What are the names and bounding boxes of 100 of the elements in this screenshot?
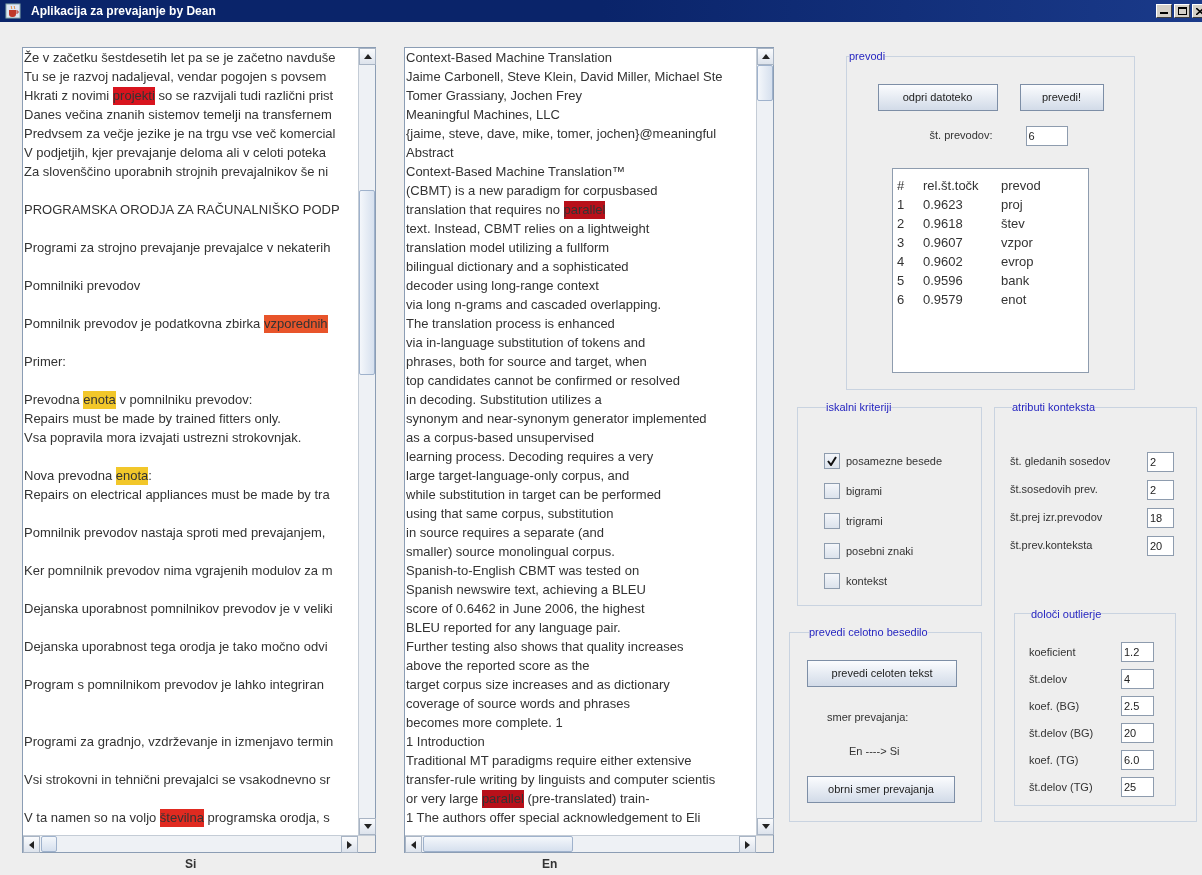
input-field[interactable]: 20 (1147, 535, 1174, 556)
maximize-icon (1177, 7, 1187, 15)
scroll-left-button[interactable] (405, 836, 422, 853)
input-field[interactable]: 2 (1147, 451, 1174, 472)
input-field[interactable]: 4 (1121, 669, 1154, 689)
table-cell-text: 1 (897, 195, 906, 214)
text-line: top candidates cannot be confirmed or resolved (406, 372, 681, 390)
checkbox[interactable] (824, 453, 840, 469)
scrollbar-thumb[interactable] (359, 190, 375, 375)
input-field[interactable]: 6.0 (1121, 750, 1154, 770)
text-line: Pomnilnik prevodov je podatkovna zbirka vzporednih (24, 314, 329, 333)
table-cell-text: proj (1001, 195, 1024, 214)
text-line: Vsi strokovni in tehnični prevajalci se vsakodnevno sr (24, 771, 332, 789)
input-field[interactable]: 2 (1147, 479, 1174, 500)
scrollbar-thumb[interactable] (423, 836, 573, 852)
triangle-arrow-icon (363, 54, 372, 59)
table-cell-text: 5 (897, 271, 906, 290)
minimize-button[interactable] (1156, 4, 1172, 18)
text-line: Abstract (406, 144, 455, 162)
table-cell-text: 4 (897, 252, 906, 271)
text-line: large target-language-only corpus, and (406, 467, 631, 485)
vertical-scrollbar[interactable] (358, 48, 375, 835)
field-label: št.prej izr.prevodov (1010, 510, 1104, 526)
input-field[interactable]: 1.2 (1121, 642, 1154, 662)
input-field[interactable]: 6 (1025, 125, 1068, 146)
pane-label: En (541, 856, 559, 873)
scrollbar-thumb[interactable] (757, 65, 773, 101)
scroll-left-button[interactable] (23, 836, 40, 853)
text-line: Context-Based Machine Translation™ (406, 163, 626, 181)
scroll-right-button[interactable] (739, 836, 756, 853)
text-line: via long n-grams and cascaded overlapping. (406, 296, 663, 314)
minimize-icon (1160, 12, 1168, 15)
text-line: V podjetjih, kjer prevajanje deloma ali v celoti poteka (24, 144, 328, 162)
text-line: Dejanska uporabnost tega orodja je tako močno odvi (24, 638, 329, 656)
text-line: Dejanska uporabnost pomnilnikov prevodov je v veliki (24, 600, 334, 618)
field-label: št.delov (BG) (1029, 725, 1095, 741)
scrollbar-thumb[interactable] (41, 836, 57, 852)
text-line: or very large parallel (pre-translated) train- (406, 789, 651, 808)
triangle-arrow-icon (761, 824, 770, 829)
table-cell-text: evrop (1001, 252, 1035, 271)
table-cell-text: rel.št.točk (923, 176, 980, 195)
triangle-arrow-icon (411, 840, 416, 849)
text-line: V ta namen so na voljo številna programska orodja, s (24, 808, 331, 827)
field-label: št.delov (TG) (1029, 779, 1094, 795)
text-line: Spanish newswire text, achieving a BLEU (406, 581, 647, 599)
table-cell-text: enot (1001, 290, 1028, 309)
checkbox-label: trigrami (846, 513, 883, 529)
reverse-direction-button[interactable]: obrni smer prevajanja (807, 775, 955, 803)
text-area[interactable] (22, 47, 376, 853)
text-line: Ker pomnilnik prevodov nima vgrajenih modulov za m (24, 562, 334, 580)
text-line: transfer-rule writing by linguists and computer scientis (406, 771, 717, 789)
scroll-up-button[interactable] (359, 48, 376, 65)
input-field[interactable]: 25 (1121, 777, 1154, 797)
horizontal-scrollbar[interactable] (23, 836, 358, 852)
checkbox[interactable] (824, 483, 840, 499)
input-field[interactable]: 2.5 (1121, 696, 1154, 716)
text-line: becomes more complete. 1 (406, 714, 564, 732)
text-area[interactable] (404, 47, 774, 853)
text-line: PROGRAMSKA ORODJA ZA RAČUNALNIŠKO PODP (24, 201, 341, 219)
maximize-button[interactable] (1174, 4, 1190, 18)
triangle-arrow-icon (29, 840, 34, 849)
translate-all-button[interactable]: prevedi celoten tekst (807, 659, 957, 687)
text-line: Tomer Grassiany, Jochen Frey (406, 87, 584, 105)
open-file-button[interactable]: odpri datoteko (877, 83, 998, 111)
scrollbar-corner (756, 836, 773, 852)
text-line: bilingual dictionary and a sophisticated (406, 258, 630, 276)
translate-button[interactable]: prevedi! (1019, 83, 1104, 111)
field-label: koef. (TG) (1029, 752, 1080, 768)
pane-label: Si (184, 856, 198, 873)
input-field[interactable]: 18 (1147, 507, 1174, 528)
scroll-up-button[interactable] (757, 48, 774, 65)
text-line: Jaime Carbonell, Steve Klein, David Miller, Michael Ste (406, 68, 724, 86)
vertical-scrollbar[interactable] (756, 48, 773, 835)
scroll-down-button[interactable] (359, 818, 376, 835)
table-cell-text: # (897, 176, 906, 195)
scroll-right-button[interactable] (341, 836, 358, 853)
scrollbar-corner (358, 836, 375, 852)
input-field[interactable]: 20 (1121, 723, 1154, 743)
checkbox[interactable] (824, 513, 840, 529)
checkbox-label: kontekst (846, 573, 887, 589)
text-line: synonym and near-synonym generator implemented (406, 410, 708, 428)
text-line: Za slovenščino uporabnih strojnih prevajalnikov še ni (24, 163, 330, 181)
table-cell-text: 0.9623 (923, 195, 964, 214)
horizontal-scrollbar[interactable] (405, 836, 756, 852)
field-label: št. prevodov: (929, 128, 994, 144)
window-title: Aplikacija za prevajanje by Dean (31, 3, 216, 20)
text-line: Further testing also shows that quality increases (406, 638, 685, 656)
checkbox[interactable] (824, 573, 840, 589)
text-line: Pomnilnik prevodov nastaja sproti med prevajanjem, (24, 524, 327, 542)
direction-label: smer prevajanja: (827, 709, 910, 725)
table-cell-text: 0.9618 (923, 214, 964, 233)
checkbox[interactable] (824, 543, 840, 559)
text-line: Context-Based Machine Translation (406, 49, 613, 67)
text-line: Vsa popravila mora izvajati ustrezni strokovnjak. (24, 429, 303, 447)
text-line: Danes večina znanih sistemov temelji na transfernem (24, 106, 333, 124)
text-line: above the reported score as the (406, 657, 591, 675)
table-cell-text: 2 (897, 214, 906, 233)
scroll-down-button[interactable] (757, 818, 774, 835)
text-line: decoder using long-range context (406, 277, 600, 295)
text-line: text. Instead, CBMT relies on a lightweight (406, 220, 651, 238)
